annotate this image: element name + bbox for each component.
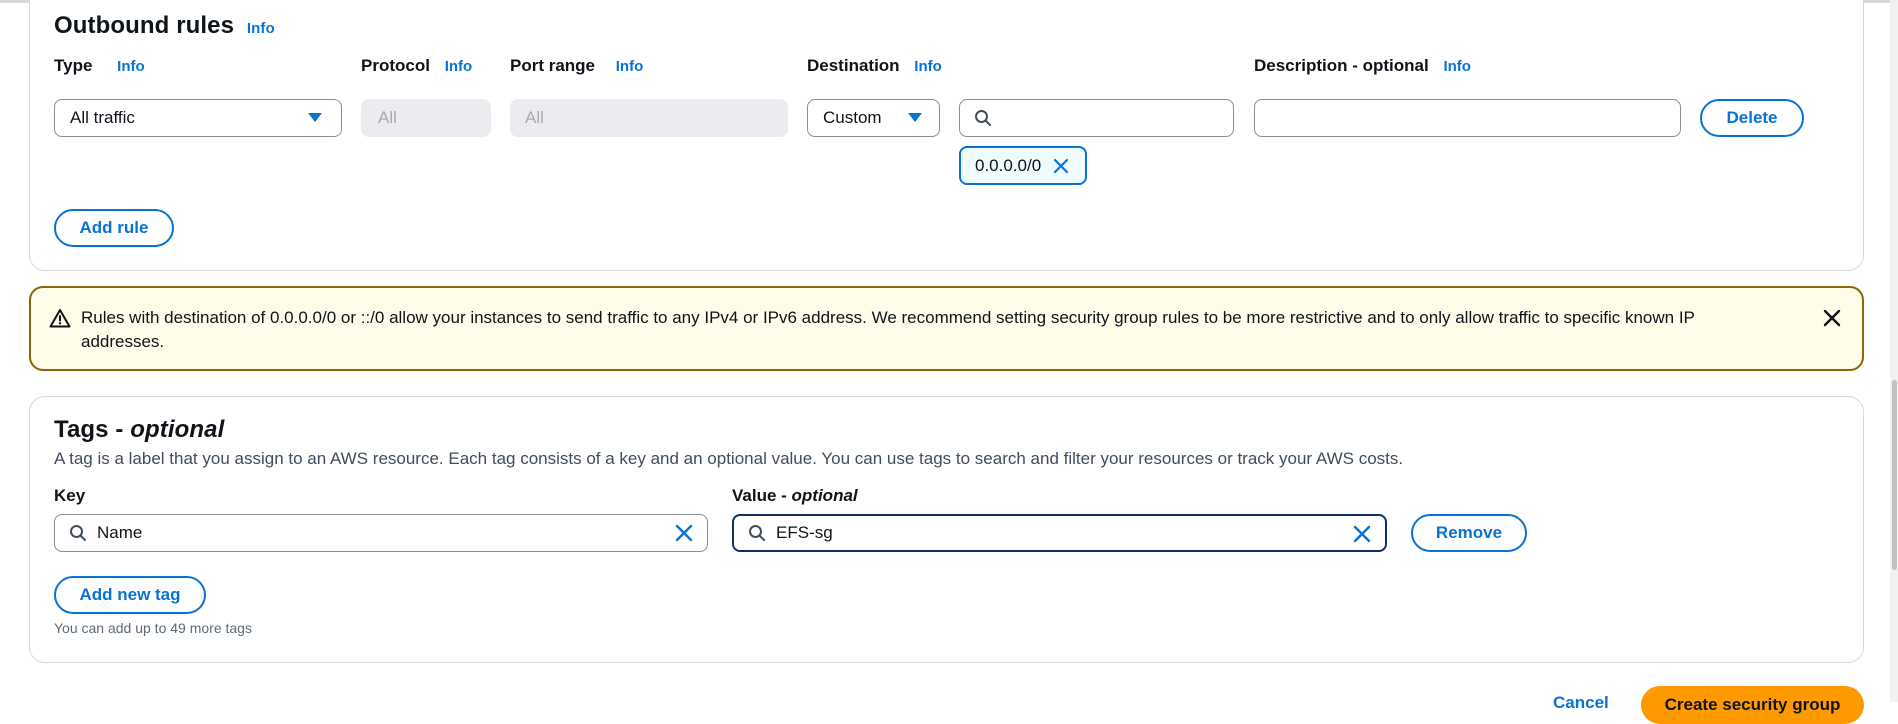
add-new-tag-button[interactable]: Add new tag: [54, 576, 206, 614]
outbound-rules-title: Outbound rules Info: [54, 12, 275, 40]
protocol-field: All: [361, 99, 491, 137]
protocol-label-text: Protocol: [361, 56, 430, 75]
description-label: Description - optional Info: [1254, 56, 1471, 76]
close-icon[interactable]: [1053, 158, 1069, 174]
delete-rule-label: Delete: [1726, 108, 1778, 127]
clear-icon[interactable]: [675, 524, 693, 542]
tags-description: A tag is a label that you assign to an A…: [54, 449, 1404, 468]
port-range-info-link[interactable]: Info: [616, 58, 644, 75]
destination-type-value: Custom: [823, 108, 882, 127]
description-input[interactable]: [1254, 99, 1681, 137]
tag-key-input[interactable]: Name: [54, 514, 708, 552]
add-rule-label: Add rule: [79, 218, 149, 237]
create-security-group-button[interactable]: Create security group: [1641, 686, 1864, 724]
tag-value-value: EFS-sg: [776, 523, 833, 542]
port-range-field-value: All: [525, 108, 544, 127]
tags-title-optional: optional: [130, 416, 225, 443]
value-label-optional: optional: [791, 486, 858, 505]
warning-alert-text: Rules with destination of 0.0.0.0/0 or :…: [81, 308, 1695, 351]
remove-tag-label: Remove: [1435, 523, 1503, 542]
search-icon: [69, 524, 87, 542]
warning-alert: Rules with destination of 0.0.0.0/0 or :…: [29, 286, 1864, 371]
value-label: Value - optional: [732, 486, 858, 506]
search-icon: [748, 524, 766, 542]
protocol-label: Protocol Info: [361, 56, 472, 76]
add-rule-button[interactable]: Add rule: [54, 209, 174, 247]
port-range-label: Port range Info: [510, 56, 643, 76]
close-icon[interactable]: [1822, 308, 1842, 328]
type-label-text: Type: [54, 56, 93, 75]
port-range-label-text: Port range: [510, 56, 596, 75]
protocol-field-value: All: [378, 108, 397, 127]
destination-label: Destination Info: [807, 56, 942, 76]
scrollbar-track[interactable]: [1890, 0, 1898, 702]
delete-rule-button[interactable]: Delete: [1700, 99, 1804, 137]
tag-limit-note: You can add up to 49 more tags: [54, 620, 252, 636]
description-info-link[interactable]: Info: [1443, 58, 1471, 75]
tag-key-value: Name: [97, 523, 143, 542]
cancel-button[interactable]: Cancel: [1553, 693, 1609, 713]
destination-token: 0.0.0.0/0: [959, 146, 1087, 185]
chevron-down-icon: [908, 113, 922, 122]
create-security-group-label: Create security group: [1664, 695, 1841, 714]
warning-icon: [49, 308, 71, 328]
description-label-text: Description - optional: [1254, 56, 1429, 75]
tags-title: Tags - optional: [54, 416, 224, 444]
type-info-link[interactable]: Info: [117, 58, 145, 75]
clear-icon[interactable]: [1353, 525, 1371, 543]
type-select-value: All traffic: [70, 108, 135, 127]
tag-value-input[interactable]: EFS-sg: [732, 514, 1387, 552]
outbound-rules-heading: Outbound rules: [54, 12, 235, 39]
value-label-main: Value -: [732, 486, 792, 505]
remove-tag-button[interactable]: Remove: [1411, 514, 1527, 552]
protocol-info-link[interactable]: Info: [445, 58, 473, 75]
key-label: Key: [54, 486, 86, 505]
chevron-down-icon: [308, 113, 322, 122]
search-icon: [974, 109, 992, 127]
type-label: Type Info: [54, 56, 145, 76]
destination-info-link[interactable]: Info: [914, 58, 942, 75]
port-range-field: All: [510, 99, 788, 137]
outbound-rules-info-link[interactable]: Info: [247, 20, 275, 37]
add-new-tag-label: Add new tag: [79, 585, 181, 604]
destination-token-label: 0.0.0.0/0: [975, 155, 1042, 175]
type-select[interactable]: All traffic: [54, 99, 342, 137]
destination-search-input[interactable]: [959, 99, 1234, 137]
destination-label-text: Destination: [807, 56, 900, 75]
scrollbar-thumb[interactable]: [1892, 380, 1897, 570]
tags-title-main: Tags -: [54, 416, 131, 443]
